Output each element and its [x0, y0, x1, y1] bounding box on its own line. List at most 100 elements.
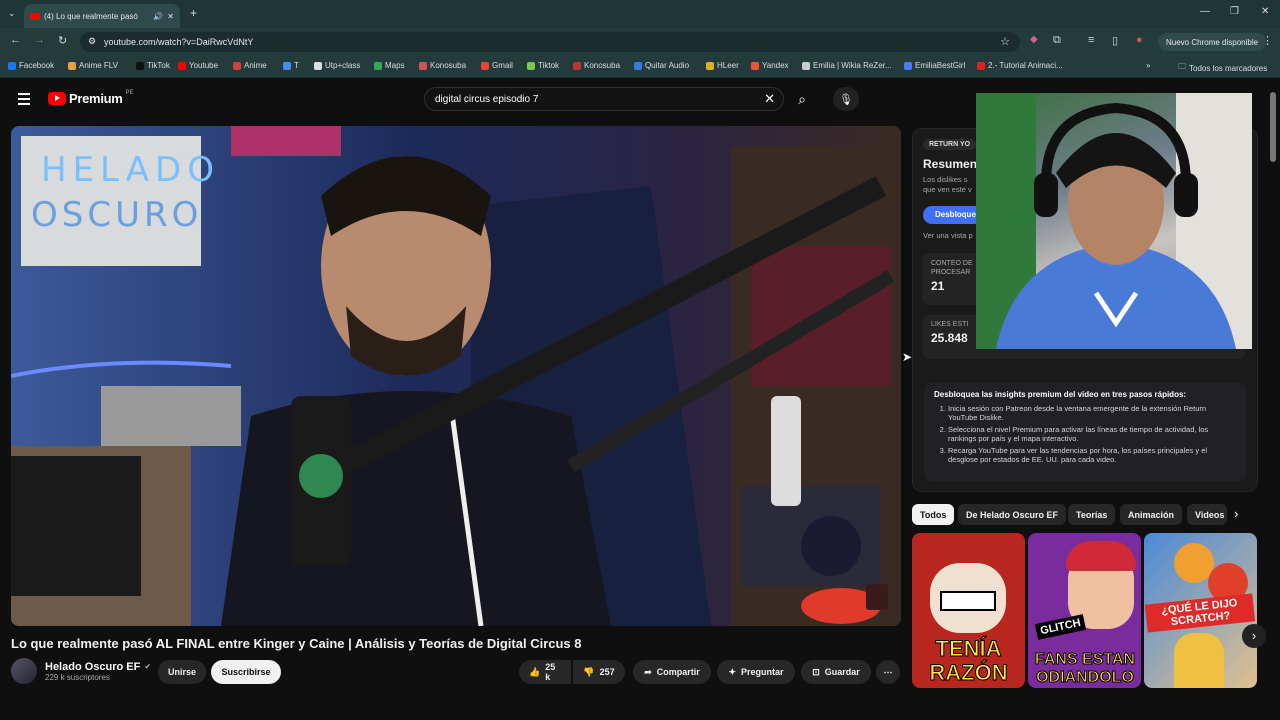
recommended-thumbnail[interactable]: ¿QUÉ LE DIJO SCRATCH? — [1144, 533, 1257, 688]
chrome-update-button[interactable]: Nuevo Chrome disponible — [1158, 33, 1267, 51]
chip-teorias[interactable]: Teorías — [1068, 504, 1116, 525]
extensions-puzzle-icon[interactable]: ⧉ — [1053, 34, 1061, 47]
search-icon[interactable]: ⌕ — [784, 87, 820, 111]
search-input[interactable]: digital circus episodio 7 ✕ — [424, 87, 784, 111]
media-icon[interactable]: ≡ — [1088, 34, 1094, 46]
insights-title: Desbloquea las insights premium del vide… — [934, 390, 1187, 399]
ask-button[interactable]: ✦ Preguntar — [717, 660, 795, 684]
ryd-badge: RETURN YO — [923, 139, 977, 150]
bookmark-item[interactable]: Konosuba — [573, 61, 620, 70]
bookmark-favicon-icon — [68, 61, 76, 70]
bookmark-item[interactable]: Quitar Audio — [634, 61, 689, 70]
clear-search-icon[interactable]: ✕ — [764, 91, 775, 107]
bookmark-star-icon[interactable]: ☆ — [1000, 35, 1010, 48]
new-tab-icon[interactable]: + — [190, 6, 197, 20]
like-button[interactable]: 👍 25 k — [519, 660, 571, 684]
dislike-count: 257 — [599, 667, 615, 677]
bookmark-favicon-icon — [904, 61, 912, 70]
chip-videos[interactable]: Videos — [1187, 504, 1227, 525]
chips-next-icon[interactable]: › — [1234, 506, 1238, 521]
bookmark-item[interactable]: Facebook — [8, 61, 54, 70]
chip-animacion[interactable]: Animación — [1120, 504, 1183, 525]
reload-icon[interactable]: ↻ — [58, 34, 67, 47]
bookmark-item[interactable]: TikTok — [136, 61, 170, 70]
bookmark-favicon-icon — [634, 61, 642, 70]
bookmark-item[interactable]: 2.- Tutorial Animaci... — [977, 61, 1063, 70]
forward-icon[interactable]: → — [34, 34, 45, 46]
bookmark-item[interactable]: Tiktok — [527, 61, 559, 70]
bookmark-item[interactable]: T — [283, 61, 299, 70]
address-bar[interactable]: ⚙ youtube.com/watch?v=DaiRwcVdNtY ☆ — [80, 32, 1020, 52]
minimize-icon[interactable]: — — [1200, 6, 1210, 17]
channel-name-row[interactable]: Helado Oscuro EF ✔ — [45, 661, 151, 673]
recommended-thumbnail[interactable]: TENÍA RAZÓN — [912, 533, 1025, 688]
profile-icon[interactable]: ● — [1136, 34, 1143, 46]
folder-icon: 🗀 — [1178, 62, 1186, 71]
extension-icon[interactable]: ◆ — [1030, 34, 1038, 45]
bookmark-favicon-icon — [706, 61, 714, 70]
channel-avatar[interactable] — [11, 658, 37, 684]
ryd-heading: Resumen — [923, 157, 978, 171]
bookmark-item[interactable]: Emilia | Wikia ReZer... — [802, 61, 892, 70]
speaker-icon[interactable]: 🔊 — [153, 12, 163, 21]
back-icon[interactable]: ← — [10, 34, 21, 46]
chip-todos[interactable]: Todos — [912, 504, 955, 525]
bookmark-item[interactable]: Anime FLV — [68, 61, 118, 70]
share-button[interactable]: ➦ Compartir — [633, 660, 711, 684]
stat1-label: CONTEO DE PROCESAR — [931, 260, 973, 276]
bookmark-item[interactable]: Maps — [374, 61, 405, 70]
bookmark-favicon-icon — [751, 61, 759, 70]
save-button[interactable]: ⊡ Guardar — [801, 660, 871, 684]
bookmark-item[interactable]: Youtube — [178, 61, 218, 70]
bookmark-item[interactable]: HLeer — [706, 61, 739, 70]
guide-menu-icon[interactable] — [18, 93, 30, 108]
bookmark-favicon-icon — [8, 61, 16, 70]
ryd-unlock-button[interactable]: Desbloque — [923, 206, 983, 224]
bookmark-favicon-icon — [527, 61, 535, 70]
tab-close-icon[interactable]: ✕ — [167, 12, 174, 21]
microphone-icon[interactable]: 🎙 — [833, 87, 859, 111]
bookmark-item[interactable]: Yandex — [751, 61, 789, 70]
subscriber-count: 229 k suscriptores — [45, 672, 110, 682]
video-player[interactable]: HELADO OSCURO — [11, 126, 901, 626]
restore-icon[interactable]: ❐ — [1230, 6, 1239, 17]
channel-watermark-icon[interactable] — [866, 584, 888, 610]
close-window-icon[interactable]: ✕ — [1261, 6, 1269, 17]
bookmark-item[interactable]: Gmail — [481, 61, 513, 70]
cursor-icon: ➤ — [902, 350, 913, 364]
bookmark-item[interactable]: Utp+class — [314, 61, 360, 70]
site-info-icon[interactable]: ⚙ — [88, 36, 96, 47]
bookmark-item[interactable]: EmiliaBestGirl — [904, 61, 965, 70]
browser-tab-bar: ⌄ (4) Lo que realmente pasó 🔊 ✕ + — ❐ ✕ — [0, 0, 1280, 28]
tab-search-icon[interactable]: ⌄ — [8, 8, 16, 19]
page-scrollbar[interactable] — [1270, 92, 1276, 162]
channel-name[interactable]: Helado Oscuro EF — [45, 661, 140, 673]
video-title: Lo que realmente pasó AL FINAL entre Kin… — [11, 636, 582, 651]
thumbnail-text: FANS ESTAN ODIANDOLO — [1034, 651, 1136, 687]
tab-title: (4) Lo que realmente pasó — [44, 11, 138, 21]
url-text: youtube.com/watch?v=DaiRwcVdNtY — [104, 37, 254, 47]
chip-channel[interactable]: De Helado Oscuro EF — [958, 504, 1067, 525]
ryd-preview-link[interactable]: Ver una vista p — [923, 231, 973, 240]
join-button[interactable]: Unirse — [158, 660, 206, 684]
browser-tab[interactable]: (4) Lo que realmente pasó 🔊 ✕ — [24, 4, 180, 28]
thumbs-next-icon[interactable]: › — [1242, 624, 1266, 648]
bookmark-item[interactable]: Konosuba — [419, 61, 466, 70]
dislike-button[interactable]: 👎 257 — [573, 660, 625, 684]
bookmark-item[interactable]: Anime — [233, 61, 267, 70]
recommended-thumbnail[interactable]: GLITCH FANS ESTAN ODIANDOLO — [1028, 533, 1141, 688]
youtube-logo[interactable]: Premium PE — [48, 90, 134, 106]
bookmark-favicon-icon — [481, 61, 489, 70]
bookmark-favicon-icon — [283, 61, 291, 70]
menu-kebab-icon[interactable]: ⋮ — [1262, 34, 1273, 47]
more-actions-icon[interactable]: ⋯ — [876, 660, 900, 684]
like-count: 25 k — [545, 662, 556, 682]
all-bookmarks[interactable]: 🗀 Todos los marcadores — [1178, 61, 1267, 75]
bookmarks-overflow-icon[interactable]: » — [1146, 61, 1150, 70]
youtube-play-icon — [48, 92, 66, 105]
side-panel-icon[interactable]: ▯ — [1112, 34, 1118, 47]
insights-steps: Inicia sesión con Patreon desde la venta… — [934, 404, 1236, 464]
bookmark-favicon-icon — [374, 61, 382, 70]
bookmark-favicon-icon — [233, 61, 241, 70]
subscribe-button[interactable]: Suscribirse — [211, 660, 281, 684]
